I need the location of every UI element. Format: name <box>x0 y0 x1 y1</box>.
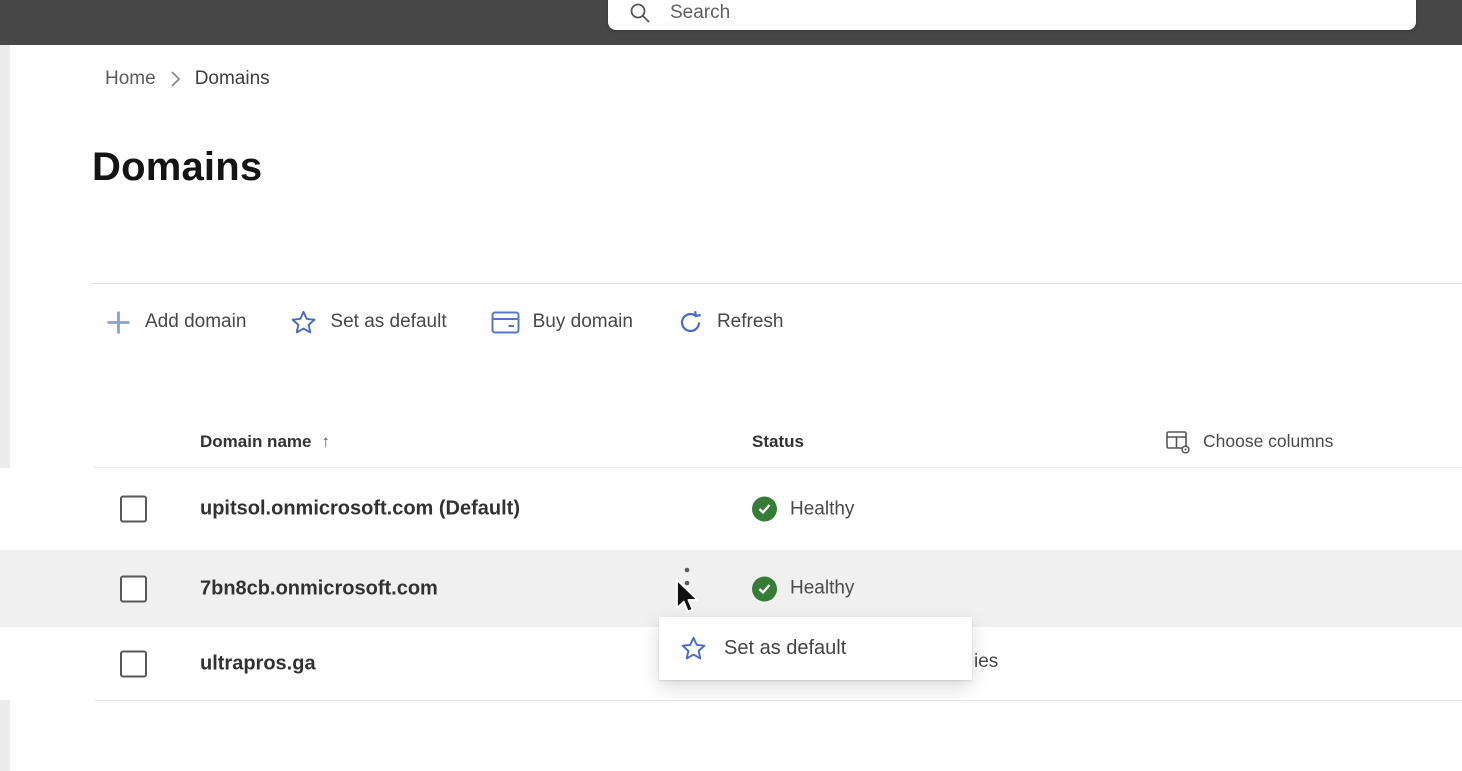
status-label: Healthy <box>790 498 854 520</box>
search-input[interactable] <box>668 1 1368 25</box>
add-domain-label: Add domain <box>145 311 246 333</box>
refresh-label: Refresh <box>717 311 784 333</box>
row-checkbox[interactable] <box>120 650 147 677</box>
status-label: Healthy <box>790 578 854 600</box>
top-app-bar <box>0 0 1462 45</box>
column-header-domain-name[interactable]: Domain name ↑ <box>200 432 330 452</box>
search-icon <box>628 1 652 25</box>
column-header-status[interactable]: Status <box>752 432 804 452</box>
status-cell: Healthy <box>752 576 854 601</box>
row-context-menu: Set as default <box>659 617 972 680</box>
choose-columns-button[interactable]: Choose columns <box>1165 429 1333 454</box>
more-actions-icon[interactable] <box>684 564 690 607</box>
command-bar: Add domain Set as default Buy domain Ref… <box>105 301 783 343</box>
healthy-check-icon <box>752 497 777 522</box>
buy-domain-label: Buy domain <box>533 311 633 333</box>
refresh-button[interactable]: Refresh <box>677 309 784 336</box>
menu-item-label: Set as default <box>724 637 846 660</box>
breadcrumb-home[interactable]: Home <box>105 68 156 90</box>
menu-item-set-as-default[interactable]: Set as default <box>659 617 972 680</box>
domain-name-cell[interactable]: ultrapros.ga <box>200 652 316 675</box>
toolbar-top-divider <box>92 283 1462 284</box>
sort-ascending-icon: ↑ <box>321 432 330 452</box>
table-row[interactable]: upitsol.onmicrosoft.com (Default) Health… <box>0 468 1462 550</box>
star-icon <box>680 635 707 662</box>
column-header-status-label: Status <box>752 432 804 451</box>
chevron-right-icon <box>170 70 181 88</box>
status-text-fragment: ies <box>974 651 998 673</box>
domain-name-cell[interactable]: 7bn8cb.onmicrosoft.com <box>200 577 438 600</box>
breadcrumb: Home Domains <box>105 68 270 90</box>
buy-domain-button[interactable]: Buy domain <box>491 311 633 334</box>
card-icon <box>491 311 520 334</box>
search-box[interactable] <box>608 0 1416 30</box>
table-bottom-divider <box>95 700 1462 701</box>
row-checkbox[interactable] <box>120 496 147 523</box>
plus-icon <box>105 309 132 336</box>
breadcrumb-current: Domains <box>195 68 270 90</box>
set-as-default-button[interactable]: Set as default <box>290 309 446 336</box>
healthy-check-icon <box>752 576 777 601</box>
page-title: Domains <box>92 145 262 190</box>
status-cell: Healthy <box>752 497 854 522</box>
domain-name-cell[interactable]: upitsol.onmicrosoft.com (Default) <box>200 498 520 521</box>
row-checkbox[interactable] <box>120 575 147 602</box>
table-row[interactable]: 7bn8cb.onmicrosoft.com Healthy <box>0 550 1462 627</box>
choose-columns-label: Choose columns <box>1203 431 1333 452</box>
add-domain-button[interactable]: Add domain <box>105 309 246 336</box>
star-icon <box>290 309 317 336</box>
column-header-domain-label: Domain name <box>200 432 311 452</box>
set-as-default-label: Set as default <box>330 311 446 333</box>
columns-icon <box>1165 429 1190 454</box>
refresh-icon <box>677 309 704 336</box>
